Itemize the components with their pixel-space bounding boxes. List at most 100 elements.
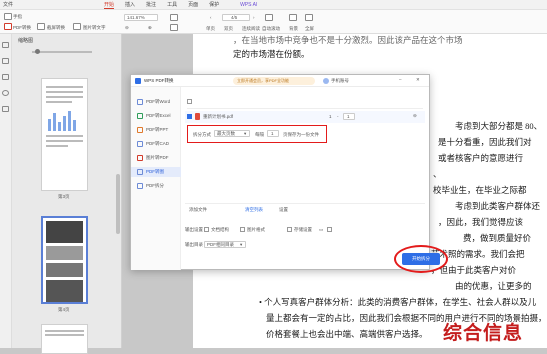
bookmark-icon[interactable] — [2, 58, 9, 64]
doc-line: ，在当地市场中竞争也不是十分激烈。因此该产品在这个市场 — [233, 35, 463, 45]
wps-logo-icon — [135, 78, 141, 84]
single-page-label[interactable]: 单页 — [206, 26, 215, 32]
image-to-text-label[interactable]: 图片转文字 — [83, 25, 106, 31]
start-button-highlight — [394, 245, 448, 273]
options-checkbox-4[interactable] — [327, 227, 332, 232]
rotate-icon[interactable] — [170, 14, 178, 21]
doc-line: 费，做到质量好价 — [463, 233, 532, 243]
file-remove-icon[interactable]: ⊖ — [413, 113, 417, 119]
file-page-from: 1 — [329, 114, 332, 119]
doc-line: 价格套餐上也会出中端、高端供客户选择。 — [266, 329, 428, 339]
thumb-label-4: 第4页 — [58, 307, 70, 312]
thumb-label-3: 第3页 — [58, 194, 70, 199]
avatar[interactable] — [323, 78, 329, 84]
image-icon — [137, 155, 143, 161]
doc-line: ，因此，我们觉得应该 — [438, 217, 524, 227]
clear-list-button[interactable]: 清空列表 — [245, 207, 263, 213]
add-file-button[interactable]: 添加文件 — [189, 207, 207, 213]
sidebar-item-image-to-pdf[interactable]: 图片转PDF — [131, 153, 181, 163]
attachment-icon[interactable] — [2, 106, 9, 112]
thumbnail-page-3[interactable] — [41, 78, 88, 191]
menu-bar: 文件 开始 插入 批注 工具 页面 保护 WPS AI — [0, 0, 547, 10]
thumbnail-page-4[interactable] — [41, 216, 88, 304]
menu-insert[interactable]: 插入 — [125, 1, 135, 8]
search-icon[interactable] — [2, 90, 9, 96]
left-tool-strip — [0, 34, 12, 348]
thumb-zoom-slider[interactable] — [32, 51, 92, 53]
image-format-checkbox[interactable] — [240, 227, 245, 232]
pdf-convert-label[interactable]: PDF转换 — [13, 25, 31, 31]
fullscreen-label[interactable]: 全屏 — [305, 26, 314, 32]
double-page-label[interactable]: 双页 — [224, 26, 233, 32]
dialog-sidebar: PDF转Word PDF转Excel PDF转PPT PDF转CAD 图片转PD… — [131, 87, 181, 270]
fullscreen-icon[interactable] — [305, 14, 313, 21]
zoom-in-icon[interactable]: ⊕ — [148, 25, 152, 31]
thumbnail-page-5[interactable] — [41, 324, 88, 354]
thumb-zoom-knob[interactable] — [35, 49, 40, 54]
doc-bullet-line: • 个人写真客户群体分析：此类的消费客户群体，在学生、社会人群以及儿 — [259, 297, 537, 307]
menu-page[interactable]: 页面 — [188, 1, 198, 8]
close-icon[interactable]: ✕ — [416, 77, 420, 83]
merge-icon — [137, 183, 143, 189]
dialog-title: WPS PDF转换 — [144, 78, 174, 83]
screenshot-convert-label[interactable]: 截屏转换 — [47, 25, 65, 31]
zoom-out-icon[interactable]: ⊖ — [125, 25, 129, 31]
sidebar-item-pdf-to-word[interactable]: PDF转Word — [131, 97, 181, 107]
thumb-scrollbar[interactable] — [116, 174, 120, 234]
sidebar-item-pdf-to-cad[interactable]: PDF转CAD — [131, 139, 181, 149]
menu-home[interactable]: 开始 — [104, 1, 115, 9]
minimize-icon[interactable]: – — [399, 77, 402, 82]
options-more-icon[interactable]: ▭ — [319, 227, 323, 233]
storage-label: 存储设置 — [294, 227, 312, 232]
prev-page-icon[interactable]: ‹ — [210, 15, 212, 20]
menu-wps-ai[interactable]: WPS AI — [240, 2, 257, 8]
auto-scroll-label[interactable]: 自动滚动 — [262, 26, 280, 32]
background-icon[interactable] — [289, 14, 297, 21]
output-settings-label: 输出设置 — [185, 227, 203, 232]
split-every-value: 1 — [271, 131, 274, 136]
ppt-icon — [137, 127, 143, 133]
output-dir-label: 输出目录 — [185, 242, 203, 247]
hand-icon[interactable] — [4, 13, 12, 20]
menu-comment[interactable]: 批注 — [146, 1, 156, 8]
file-page-sep: - — [337, 114, 339, 119]
comment-icon[interactable] — [2, 74, 9, 80]
doc-line: 由的优惠，让更多的 — [455, 281, 532, 291]
pdf-convert-icon[interactable] — [4, 23, 12, 30]
storage-checkbox[interactable] — [287, 227, 292, 232]
auto-scroll-icon[interactable] — [265, 14, 273, 21]
sidebar-item-pdf-to-ppt[interactable]: PDF转PPT — [131, 125, 181, 135]
doc-structure-label: 文档结构 — [211, 227, 229, 232]
continuous-label[interactable]: 连续阅读 — [242, 26, 260, 32]
file-checkbox[interactable] — [187, 114, 192, 119]
hand-label: 手指 — [13, 14, 22, 19]
image-to-text-icon[interactable] — [73, 23, 81, 30]
screenshot-convert-icon[interactable] — [37, 23, 45, 30]
output-dir-value: PDF相同目录 — [207, 242, 234, 247]
select-all-checkbox[interactable] — [187, 99, 192, 104]
vip-banner-text: 立即开通会员，享PDF全功能 — [237, 78, 289, 83]
pdf-convert-dialog: WPS PDF转换 立即开通会员，享PDF全功能 手机账号 – ✕ PDF转Wo… — [130, 74, 440, 270]
toolbar: 手指 PDF转换 截屏转换 图片转文字 141.67% ⊖ ⊕ ‹ 4/5 › … — [0, 10, 547, 34]
account-label[interactable]: 手机账号 — [331, 78, 349, 84]
sidebar-item-pdf-to-image[interactable]: PDF转图 — [131, 167, 181, 177]
background-label[interactable]: 背景 — [289, 26, 298, 32]
image-format-label: 图片格式 — [247, 227, 265, 232]
sidebar-item-pdf-to-excel[interactable]: PDF转Excel — [131, 111, 181, 121]
menu-file[interactable]: 文件 — [3, 1, 13, 8]
fit-icon[interactable] — [170, 24, 178, 31]
doc-structure-checkbox[interactable] — [204, 227, 209, 232]
next-page-icon[interactable]: › — [253, 15, 255, 20]
menu-tools[interactable]: 工具 — [167, 1, 177, 8]
thumbnail-icon[interactable] — [2, 42, 9, 48]
file-name: 重新计划书.pdf — [203, 114, 234, 119]
menu-protect[interactable]: 保护 — [209, 1, 219, 8]
word-icon — [137, 99, 143, 105]
list-header-rule — [187, 108, 423, 109]
sidebar-item-pdf-split[interactable]: PDF拆分 — [131, 181, 181, 191]
watermark-stamp: 综合信息 — [443, 323, 524, 344]
doc-line: 考虑到大部分都是 80、 — [455, 121, 543, 131]
thumbnail-panel-title: 缩略图 — [18, 38, 34, 44]
settings-button[interactable]: 设置 — [279, 207, 288, 213]
zoom-value: 141.67% — [127, 15, 145, 20]
